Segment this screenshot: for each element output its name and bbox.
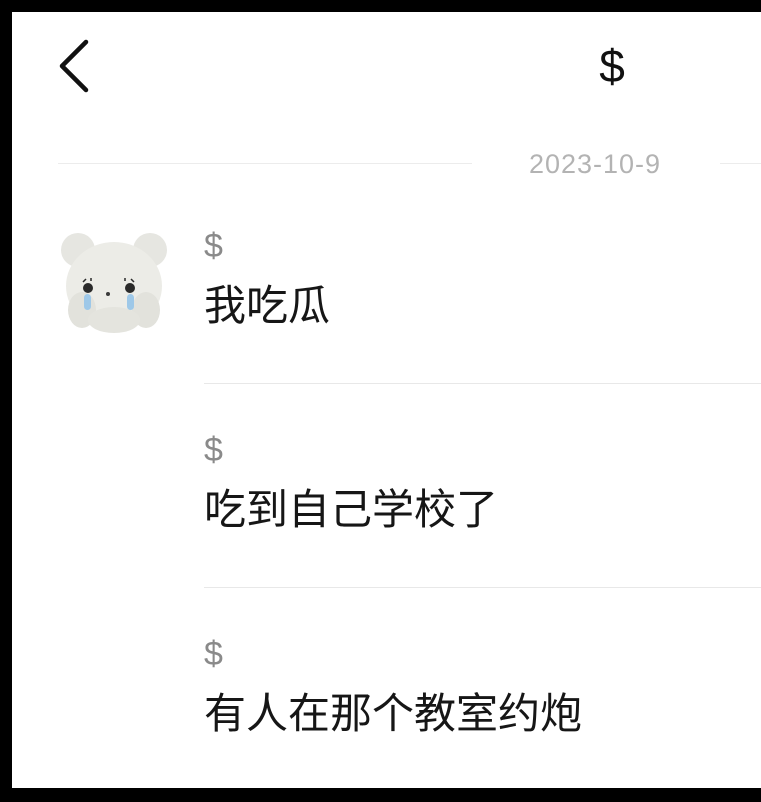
- message-sender: $: [204, 227, 223, 265]
- message-divider: [204, 587, 761, 588]
- message-divider: [204, 383, 761, 384]
- divider-line-left: [58, 163, 472, 164]
- chat-screen: $ 2023-10-9 $ 我吃瓜 $ 吃到自己学校了 $ 有人在那个教室约炮: [12, 12, 761, 788]
- message-item[interactable]: $ 我吃瓜: [204, 226, 761, 384]
- divider-line-right: [720, 163, 761, 164]
- message-sender: $: [204, 431, 223, 469]
- message-item[interactable]: $ 吃到自己学校了: [204, 430, 761, 588]
- crying-bear-avatar-icon: [61, 233, 167, 333]
- chevron-left-icon: [59, 39, 89, 93]
- avatar[interactable]: [58, 224, 170, 336]
- back-button[interactable]: [54, 38, 98, 94]
- date-label: 2023-10-9: [528, 149, 662, 179]
- message-sender: $: [204, 635, 223, 673]
- message-item[interactable]: $ 有人在那个教室约炮: [204, 634, 761, 784]
- message-text: 有人在那个教室约炮: [204, 689, 583, 738]
- message-text: 我吃瓜: [204, 281, 331, 330]
- date-separator: 2023-10-9: [12, 142, 761, 186]
- chat-header: $: [12, 12, 761, 122]
- chat-title: $: [599, 40, 625, 92]
- message-text: 吃到自己学校了: [204, 485, 499, 534]
